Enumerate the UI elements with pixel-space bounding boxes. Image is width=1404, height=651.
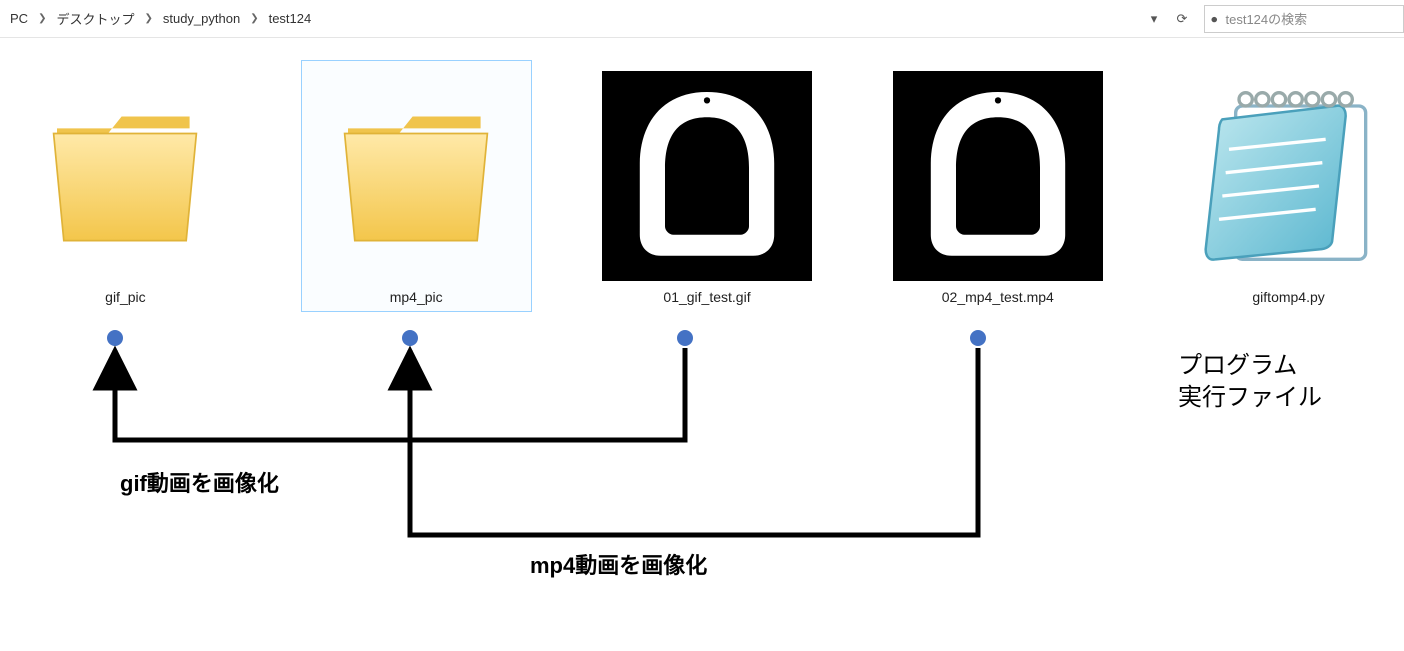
chevron-right-icon: ❯ [248,13,260,24]
breadcrumb-item-test124[interactable]: test124 [265,9,316,28]
refresh-icon: ⟳ [1177,11,1188,27]
image-thumbnail [602,71,812,281]
breadcrumb[interactable]: PC ❯ デスクトップ ❯ study_python ❯ test124 [0,7,1140,30]
annotation-dot [107,330,123,346]
file-label: mp4_pic [390,289,443,305]
folder-icon [20,71,230,281]
annotation-gif-label: gif動画を画像化 [120,466,279,498]
chevron-right-icon: ❯ [36,13,48,24]
annotation-dot [402,330,418,346]
address-bar: PC ❯ デスクトップ ❯ study_python ❯ test124 ▾ ⟳… [0,0,1404,38]
folder-icon [311,71,521,281]
file-label: 01_gif_test.gif [663,289,750,305]
search-icon: ⦁ [1211,11,1218,27]
file-label: gif_pic [105,289,145,305]
chevron-down-icon: ▾ [1151,11,1158,27]
annotation-mp4-label: mp4動画を画像化 [530,548,707,580]
notepad-icon [1184,71,1394,281]
annotation-dot [970,330,986,346]
file-item-02_mp4_test[interactable]: 02_mp4_test.mp4 [882,60,1113,312]
breadcrumb-item-desktop[interactable]: デスクトップ [52,7,138,30]
file-item-giftomp4[interactable]: giftomp4.py [1173,60,1404,312]
annotation-dot [677,330,693,346]
refresh-button[interactable]: ⟳ [1168,6,1196,32]
file-label: 02_mp4_test.mp4 [942,289,1054,305]
file-items: gif_pic mp4_pic 01_gif_test.gif [0,60,1404,312]
annotation-program-label: プログラム 実行ファイル [1178,350,1322,415]
chevron-right-icon: ❯ [142,13,154,24]
file-label: giftomp4.py [1252,289,1324,305]
breadcrumb-item-pc[interactable]: PC [6,9,32,28]
file-item-01_gif_test[interactable]: 01_gif_test.gif [592,60,823,312]
search-input[interactable]: ⦁ test124の検索 [1204,5,1404,33]
address-bar-controls: ▾ ⟳ [1140,6,1196,32]
video-thumbnail [893,71,1103,281]
file-item-gif_pic[interactable]: gif_pic [10,60,241,312]
address-dropdown-button[interactable]: ▾ [1140,6,1168,32]
search-placeholder: test124の検索 [1226,9,1308,28]
breadcrumb-item-studypython[interactable]: study_python [159,9,244,28]
file-item-mp4_pic[interactable]: mp4_pic [301,60,532,312]
